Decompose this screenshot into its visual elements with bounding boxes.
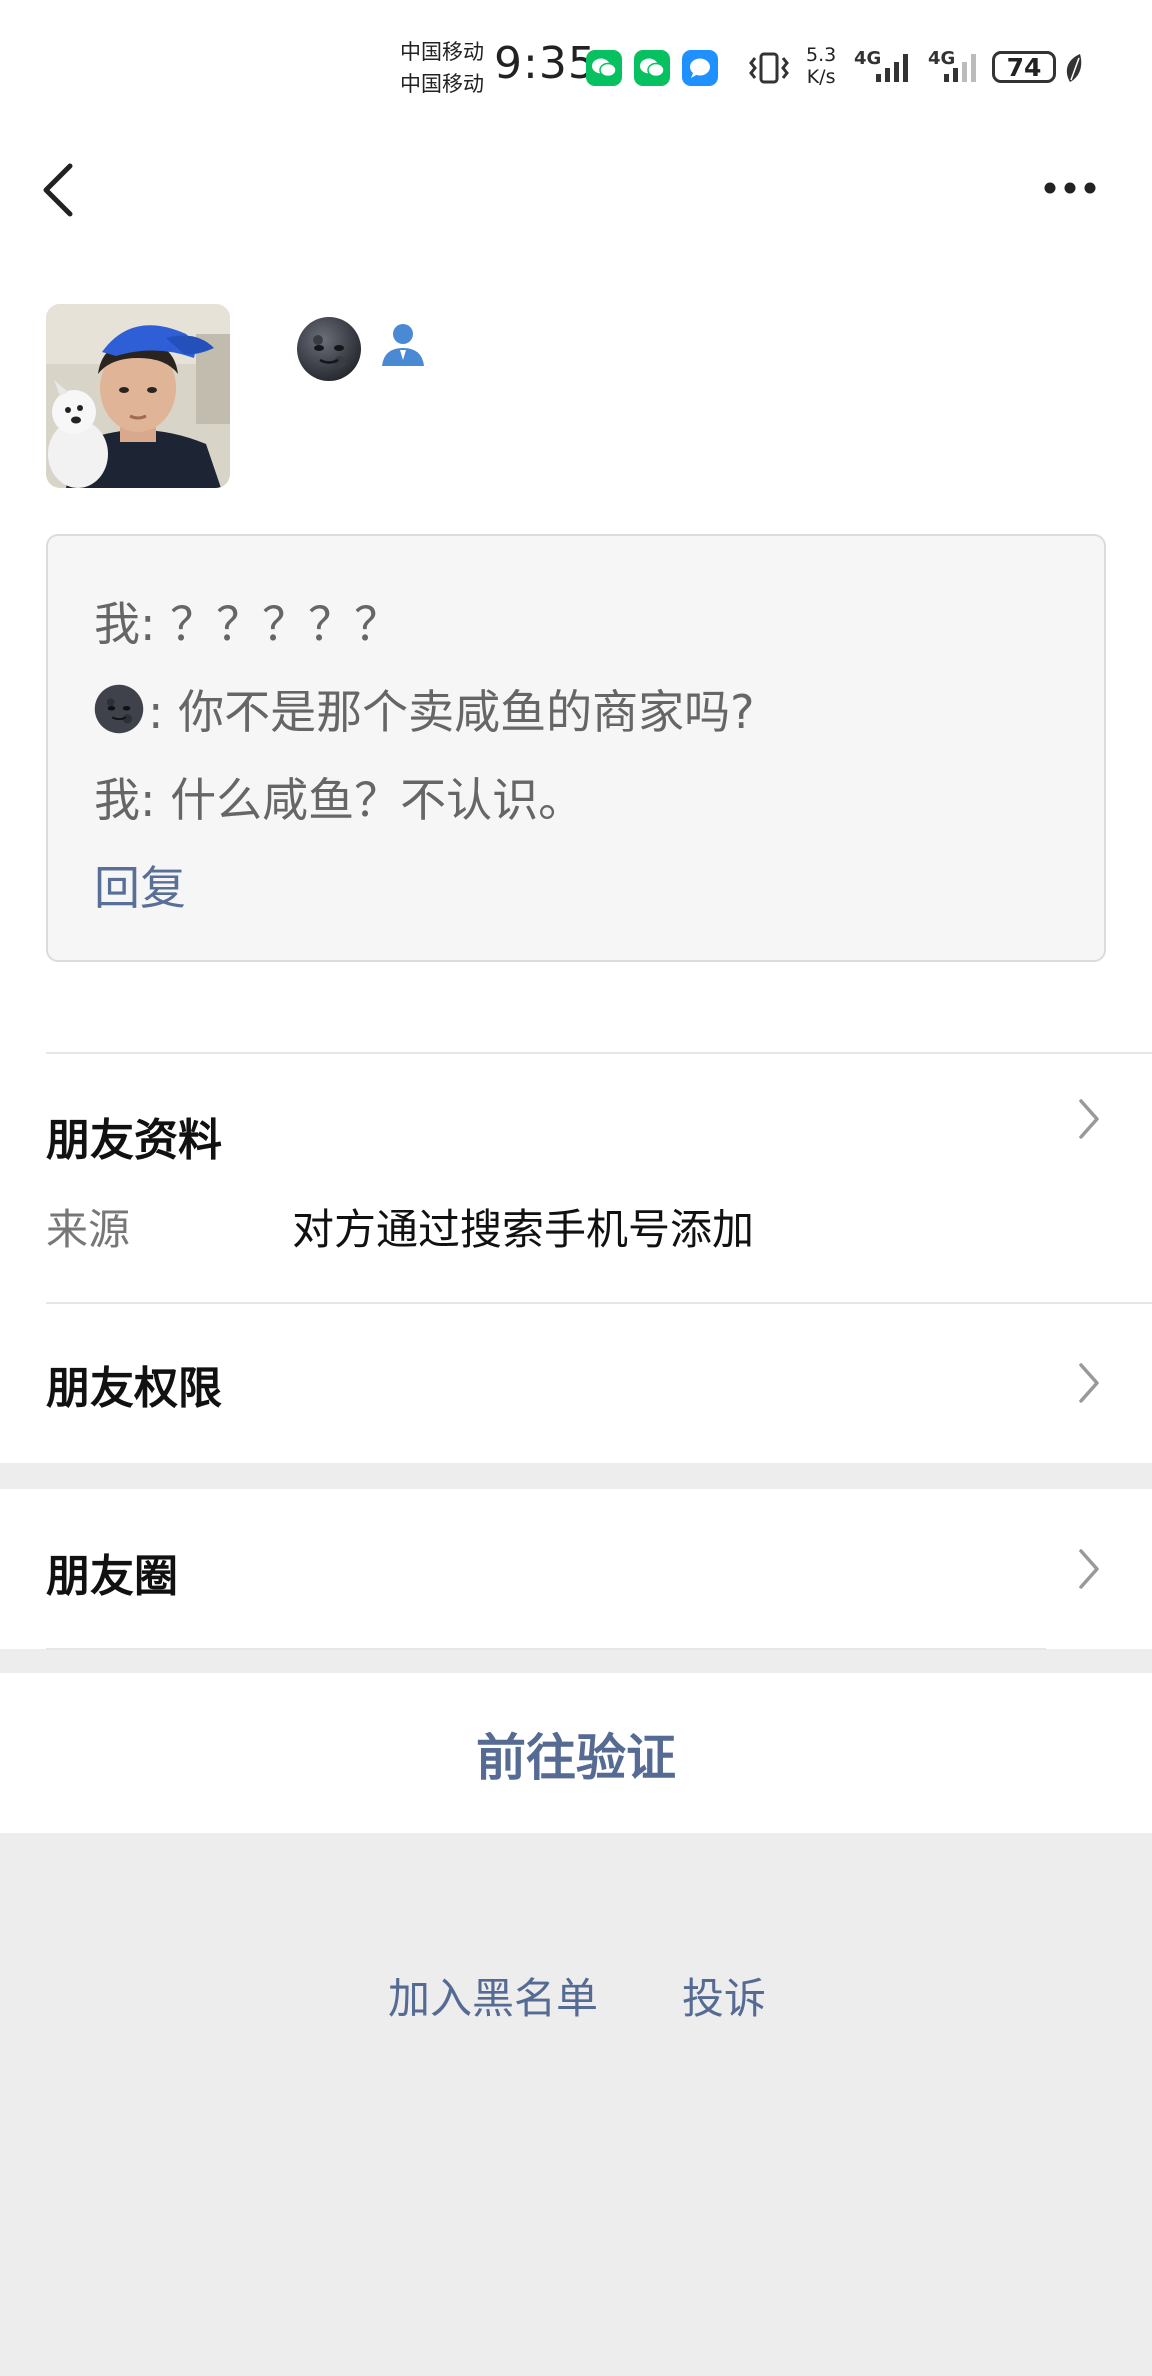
chevron-right-icon[interactable] — [1076, 1546, 1102, 1592]
message-line-2-text: : 你不是那个卖咸鱼的商家吗? — [148, 685, 755, 739]
network-speed: 5.3 K/s — [806, 44, 836, 88]
clock: 9:35 — [494, 38, 597, 89]
battery-icon: 74 — [992, 51, 1056, 83]
add-to-blacklist-link[interactable]: 加入黑名单 — [388, 1965, 598, 2026]
message-line-2: : 你不是那个卖咸鱼的商家吗? — [94, 676, 755, 742]
reply-link[interactable]: 回复 — [94, 852, 186, 918]
carrier-2: 中国移动 — [400, 72, 484, 96]
divider — [46, 1302, 1152, 1304]
person-icon — [382, 324, 424, 366]
back-button[interactable] — [36, 158, 80, 222]
friend-permissions-row[interactable]: 朋友权限 — [46, 1352, 222, 1416]
report-link[interactable]: 投诉 — [682, 1965, 766, 2026]
message-line-3: 我: 什么咸鱼？不认识。 — [94, 773, 585, 827]
nickname-moon-emoji — [297, 317, 361, 381]
section-separator — [0, 1649, 1152, 1673]
chevron-right-icon[interactable] — [1076, 1096, 1102, 1142]
signal-icon — [944, 54, 976, 82]
source-label: 来源 — [46, 1205, 131, 1254]
status-bar: 中国移动 中国移动 9:35 5.3 K/s 4G 4G 74 — [0, 0, 1152, 130]
moments-row[interactable]: 朋友圈 — [46, 1540, 178, 1604]
avatar[interactable] — [46, 304, 230, 488]
more-options-button[interactable] — [1040, 168, 1100, 208]
verification-messages-card: 我: ？？？？？ : 你不是那个卖咸鱼的商家吗? 我: 什么咸鱼？不认识。 回复 — [46, 534, 1106, 962]
wechat-icon — [634, 50, 670, 86]
wechat-icon — [586, 50, 622, 86]
section-separator — [0, 1463, 1152, 1489]
message-icon — [682, 50, 718, 86]
sender-moon-emoji — [94, 684, 144, 734]
go-verify-button[interactable]: 前往验证 — [0, 1718, 1152, 1790]
vibrate-icon — [749, 52, 789, 84]
friend-info-title[interactable]: 朋友资料 — [46, 1104, 222, 1168]
speed-value: 5.3 — [806, 44, 837, 66]
carrier-label: 中国移动 中国移动 — [400, 36, 484, 100]
speed-unit: K/s — [806, 66, 836, 88]
source-value: 对方通过搜索手机号添加 — [292, 1205, 755, 1254]
carrier-1: 中国移动 — [400, 40, 484, 64]
signal-icon — [876, 54, 908, 82]
chevron-right-icon[interactable] — [1076, 1360, 1102, 1406]
leaf-icon — [1066, 54, 1082, 82]
message-line-1: 我: ？？？？？ — [94, 597, 401, 651]
divider — [46, 1648, 1046, 1650]
divider — [46, 1052, 1152, 1054]
